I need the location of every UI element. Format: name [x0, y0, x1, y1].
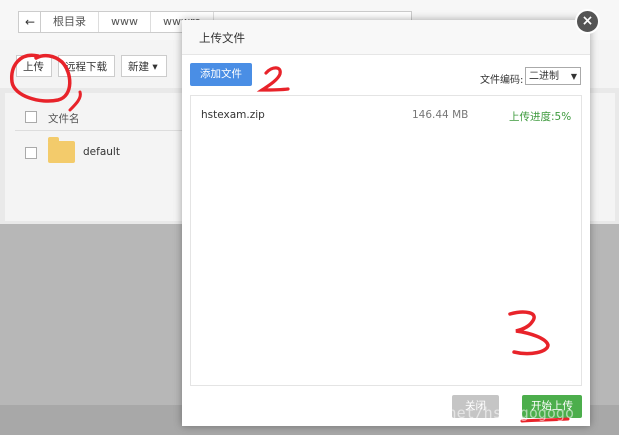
- table-header: 文件名: [15, 104, 185, 131]
- dialog-title: 上传文件: [199, 31, 245, 45]
- list-item: hstexam.zip 146.44 MB 上传进度:5%: [191, 105, 581, 125]
- remote-download-button[interactable]: 远程下载: [58, 55, 115, 77]
- column-filename: 文件名: [48, 113, 80, 125]
- new-dropdown-button[interactable]: 新建 ▾: [121, 55, 167, 77]
- encoding-label: 文件编码:: [480, 75, 524, 86]
- encoding-select[interactable]: 二进制 ▼: [525, 67, 581, 85]
- dialog-header: 上传文件: [182, 20, 590, 55]
- upload-file-list: hstexam.zip 146.44 MB 上传进度:5%: [190, 95, 582, 386]
- folder-name[interactable]: default: [83, 146, 120, 158]
- add-file-button[interactable]: 添加文件: [190, 63, 252, 86]
- breadcrumb-root[interactable]: 根目录: [41, 12, 99, 32]
- row-checkbox[interactable]: [25, 147, 37, 159]
- upload-file-name: hstexam.zip: [201, 109, 265, 121]
- close-button[interactable]: 关闭: [452, 395, 499, 418]
- encoding-value: 二进制: [529, 71, 559, 82]
- back-button[interactable]: ←: [18, 11, 42, 33]
- upload-dialog: 上传文件 添加文件 文件编码: 二进制 ▼ hstexam.zip 146.44…: [182, 20, 590, 426]
- chevron-down-icon: ▾: [152, 61, 158, 73]
- upload-button[interactable]: 上传: [16, 55, 52, 77]
- new-label: 新建: [128, 61, 149, 73]
- select-all-checkbox[interactable]: [25, 111, 37, 123]
- close-icon[interactable]: ×: [575, 9, 600, 34]
- start-upload-button[interactable]: 开始上传: [522, 395, 582, 418]
- upload-progress: 上传进度:5%: [509, 111, 572, 123]
- upload-file-size: 146.44 MB: [412, 109, 469, 121]
- dropdown-arrow-icon: ▼: [570, 72, 577, 81]
- dialog-footer: 关闭 开始上传: [182, 388, 590, 426]
- folder-icon: [48, 137, 75, 163]
- breadcrumb-www[interactable]: www: [99, 12, 151, 32]
